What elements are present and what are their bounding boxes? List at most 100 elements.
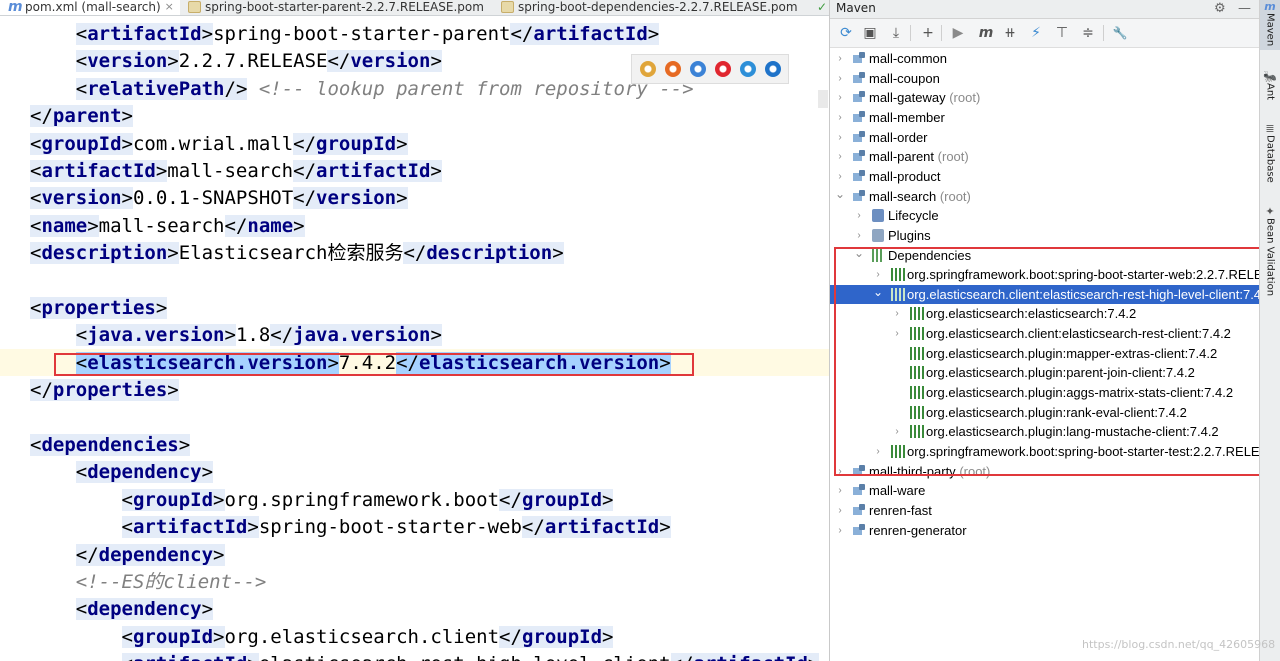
chevron-right-icon[interactable]: ›	[835, 501, 845, 520]
maven-file-icon	[501, 1, 514, 13]
safari-icon[interactable]	[690, 61, 706, 77]
xml-value: spring-boot-starter-web	[258, 516, 522, 538]
xml-value: mall-search	[98, 215, 225, 237]
execute-goal-icon[interactable]: m	[976, 23, 996, 43]
run-icon[interactable]: ▶	[948, 23, 968, 43]
tree-item[interactable]: › mall-parent (root)	[830, 147, 1259, 166]
chevron-right-icon[interactable]: ›	[835, 88, 845, 107]
maven-icon: m	[1264, 0, 1276, 13]
bean-validation-tool-button[interactable]: ✦ Bean Validation	[1260, 205, 1280, 300]
firefox-icon[interactable]	[665, 61, 681, 77]
xml-tag: <relativePath/>	[75, 78, 248, 100]
inspection-ok-icon[interactable]: ✓	[815, 0, 829, 15]
ie-icon[interactable]	[740, 61, 756, 77]
xml-tag: </dependency>	[75, 544, 225, 566]
code-line: <java.version>1.8</java.version>	[30, 322, 442, 349]
maven-title: Maven	[836, 1, 876, 15]
add-icon[interactable]: +	[918, 23, 938, 43]
tree-item[interactable]: › mall-gateway (root)	[830, 88, 1259, 107]
skip-tests-icon[interactable]: ⚡	[1026, 23, 1046, 43]
settings-wrench-icon[interactable]: 🔧	[1110, 23, 1130, 43]
root-tag: (root)	[939, 189, 971, 204]
xml-tag: </parent>	[30, 105, 133, 127]
chevron-right-icon[interactable]: ›	[854, 226, 864, 245]
xml-value: spring-boot-starter-parent	[213, 23, 511, 45]
tree-item[interactable]: › renren-fast	[830, 501, 1259, 520]
code-editor[interactable]: <artifactId>spring-boot-starter-parent</…	[0, 16, 829, 661]
xml-tag: </properties>	[30, 379, 179, 401]
editor-tab-bar: m pom.xml (mall-search) × spring-boot-start…	[0, 0, 829, 16]
tree-item-label: Lifecycle	[888, 208, 939, 223]
tool-button-label: Bean Validation	[1264, 218, 1276, 297]
chevron-right-icon[interactable]: ›	[835, 521, 845, 540]
chevron-right-icon[interactable]: ›	[835, 147, 845, 166]
tree-item-label: renren-fast	[869, 503, 932, 518]
tool-button-label: Ant	[1264, 83, 1276, 101]
xml-tag: </groupId>	[499, 626, 614, 648]
xml-value: 1.8	[235, 324, 271, 346]
tree-item[interactable]: › mall-member	[830, 108, 1259, 127]
xml-tag: <version>	[30, 187, 133, 209]
chevron-right-icon[interactable]: ›	[835, 108, 845, 127]
tree-item-label: mall-ware	[869, 483, 926, 498]
tree-item[interactable]: › mall-coupon	[830, 69, 1259, 88]
chevron-right-icon[interactable]: ›	[835, 128, 845, 147]
database-tool-button[interactable]: ≣ Database	[1260, 122, 1280, 187]
tab-label: spring-boot-starter-parent-2.2.7.RELEASE…	[205, 0, 484, 14]
code-line: <name>mall-search</name>	[30, 213, 305, 240]
reload-icon[interactable]: ⟳	[836, 23, 856, 43]
editor-tab[interactable]: m pom.xml (mall-search) ×	[0, 0, 180, 15]
chevron-right-icon[interactable]: ›	[854, 206, 864, 225]
right-tool-strip: m Maven 🐜 Ant ≣ Database ✦ Bean Validation	[1259, 0, 1280, 661]
xml-tag: <java.version>	[75, 324, 236, 346]
toggle-offline-icon[interactable]: ⧺	[1000, 23, 1020, 43]
download-icon[interactable]: ⤓	[886, 23, 906, 43]
tree-item[interactable]: › mall-product	[830, 167, 1259, 186]
tree-item[interactable]: › Lifecycle	[830, 206, 1259, 225]
settings-gear-icon[interactable]: ⚙	[1214, 0, 1226, 17]
xml-value: org.springframework.boot	[224, 489, 500, 511]
toolbar-separator	[1103, 25, 1104, 41]
xml-value: mall-search	[167, 160, 294, 182]
tree-item-label: mall-coupon	[869, 71, 940, 86]
ant-tool-button[interactable]: 🐜 Ant	[1260, 70, 1280, 104]
chevron-right-icon[interactable]: ›	[835, 481, 845, 500]
close-icon[interactable]: ×	[165, 0, 174, 14]
tree-item-label: mall-member	[869, 110, 945, 125]
chevron-right-icon[interactable]: ›	[835, 69, 845, 88]
toolbar-separator	[941, 25, 942, 41]
chrome-icon[interactable]	[640, 61, 656, 77]
maven-module-icon	[853, 190, 865, 203]
minimize-icon[interactable]: —	[1238, 0, 1251, 17]
chevron-right-icon[interactable]: ›	[835, 167, 845, 186]
code-line: <relativePath/> <!-- lookup parent from …	[30, 76, 694, 103]
tree-item-label: renren-generator	[869, 523, 967, 538]
editor-tab[interactable]: spring-boot-starter-parent-2.2.7.RELEASE…	[180, 0, 493, 15]
tree-item[interactable]: › Plugins	[830, 226, 1259, 245]
xml-tag: </description>	[403, 242, 564, 264]
code-comment: <!--ES的client-->	[75, 571, 267, 593]
edge-icon[interactable]	[765, 61, 781, 77]
add-folder-icon[interactable]: ▣	[860, 23, 880, 43]
tree-item[interactable]: ⌄ mall-search (root)	[830, 187, 1259, 206]
tree-item[interactable]: › mall-common	[830, 49, 1259, 68]
chevron-right-icon[interactable]: ›	[835, 49, 845, 68]
maven-tool-button[interactable]: m Maven	[1260, 0, 1280, 51]
tree-item-label: mall-parent (root)	[869, 149, 969, 164]
chevron-down-icon[interactable]: ⌄	[835, 187, 845, 206]
maven-module-icon	[853, 150, 865, 163]
code-line: <groupId>org.springframework.boot</group…	[30, 487, 614, 514]
tree-item[interactable]: › renren-generator	[830, 521, 1259, 540]
tree-item[interactable]: › mall-order	[830, 128, 1259, 147]
tree-item-label: mall-order	[869, 130, 928, 145]
show-dependencies-icon[interactable]: ⊤	[1052, 23, 1072, 43]
xml-tag: <description>	[30, 242, 179, 264]
tree-item[interactable]: › mall-ware	[830, 481, 1259, 500]
xml-tag: </artifactId>	[521, 516, 671, 538]
code-line: <!--ES的client-->	[30, 569, 267, 596]
opera-icon[interactable]	[715, 61, 731, 77]
scrollbar-marker[interactable]	[818, 90, 828, 108]
editor-tab[interactable]: spring-boot-dependencies-2.2.7.RELEASE.p…	[493, 0, 815, 15]
collapse-all-icon[interactable]: ≑	[1078, 23, 1098, 43]
xml-tag: <properties>	[30, 297, 168, 319]
